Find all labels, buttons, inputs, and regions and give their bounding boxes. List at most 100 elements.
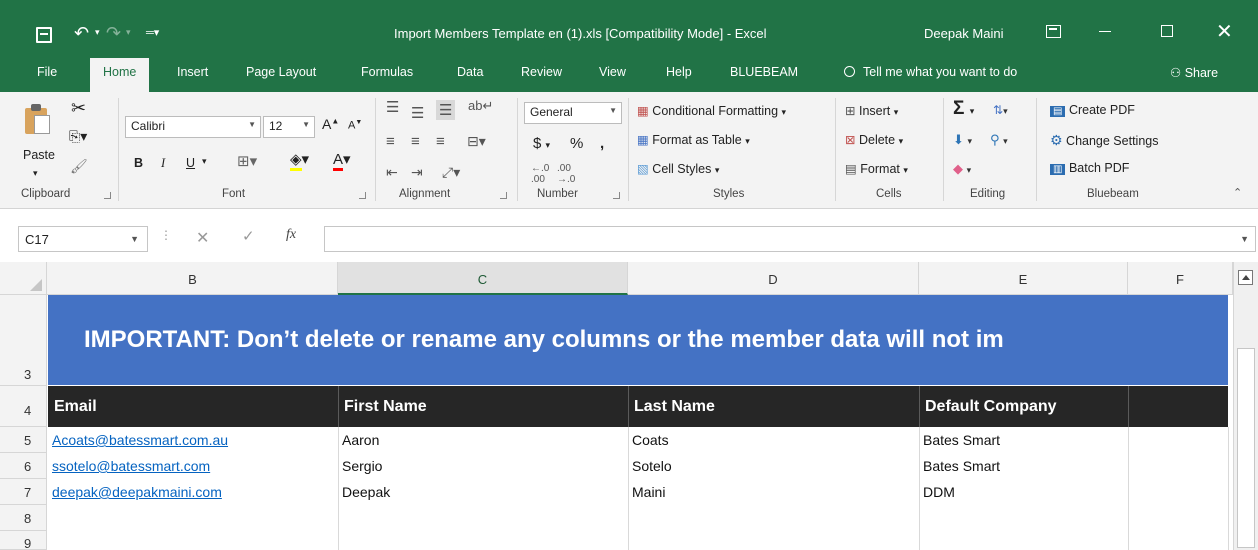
increase-decimal-icon[interactable]: ←.0.00 (531, 163, 549, 185)
member-company[interactable]: Bates Smart (923, 458, 1000, 474)
member-company[interactable]: DDM (923, 484, 955, 500)
redo-icon[interactable]: ↷ (106, 23, 121, 44)
format-as-table-button[interactable]: ▦ Format as Table ▾ (637, 132, 750, 147)
tab-help[interactable]: Help (666, 65, 692, 79)
row-header-5[interactable]: 5 (0, 427, 47, 453)
vertical-scrollbar[interactable] (1233, 262, 1258, 550)
cell-styles-button[interactable]: ▧ Cell Styles ▾ (637, 161, 719, 176)
autosum-icon[interactable]: Σ ▾ (953, 98, 974, 120)
row-header-7[interactable]: 7 (0, 479, 47, 505)
ribbon-display-options-icon[interactable] (1046, 25, 1061, 38)
column-header-b[interactable]: B (48, 262, 338, 295)
header-last-name[interactable]: Last Name (634, 398, 715, 416)
currency-button[interactable]: $ ▾ (533, 135, 550, 152)
row-header-6[interactable]: 6 (0, 453, 47, 479)
fill-color-icon[interactable]: ◈▾ (290, 150, 309, 171)
save-icon[interactable] (36, 27, 52, 43)
tab-data[interactable]: Data (457, 65, 483, 79)
tab-view[interactable]: View (599, 65, 626, 79)
paste-button[interactable]: Paste (23, 148, 55, 162)
find-select-icon[interactable]: ⚲ ▾ (990, 132, 1008, 148)
tab-review[interactable]: Review (521, 65, 562, 79)
increase-indent-icon[interactable]: ⇥ (411, 164, 423, 181)
align-center-icon[interactable]: ≡ (411, 133, 420, 150)
align-left-icon[interactable]: ≡ (386, 133, 395, 150)
redo-dropdown-icon[interactable]: ▾ (126, 27, 131, 38)
customize-quick-access-icon[interactable]: ═▾ (146, 26, 159, 39)
bold-button[interactable]: B (134, 156, 143, 170)
underline-dropdown-icon[interactable]: ▾ (202, 156, 207, 167)
format-painter-icon[interactable]: 🖌 (70, 158, 88, 175)
font-color-icon[interactable]: A▾ (333, 150, 351, 171)
column-header-f[interactable]: F (1128, 262, 1233, 295)
percent-button[interactable]: % (570, 135, 583, 152)
clipboard-launcher-icon[interactable] (104, 192, 111, 199)
member-email[interactable]: ssotelo@batessmart.com (52, 458, 210, 474)
align-bottom-icon[interactable]: ☰ (436, 100, 456, 120)
tab-page-layout[interactable]: Page Layout (246, 65, 316, 79)
member-first-name[interactable]: Deepak (342, 484, 390, 500)
header-default-company[interactable]: Default Company (925, 398, 1057, 416)
member-email[interactable]: Acoats@batessmart.com.au (52, 432, 228, 448)
number-format-select[interactable]: General ▼ (524, 102, 622, 124)
column-header-e[interactable]: E (919, 262, 1128, 295)
change-settings-button[interactable]: ⚙ Change Settings (1050, 132, 1158, 149)
formula-input[interactable]: ▼ (324, 226, 1256, 252)
undo-icon[interactable]: ↶ (74, 23, 89, 44)
member-last-name[interactable]: Maini (632, 484, 665, 500)
row-header-9[interactable]: 9 (0, 531, 47, 550)
member-last-name[interactable]: Sotelo (632, 458, 672, 474)
alignment-launcher-icon[interactable] (500, 192, 507, 199)
member-company[interactable]: Bates Smart (923, 432, 1000, 448)
decrease-indent-icon[interactable]: ⇤ (386, 164, 398, 181)
member-first-name[interactable]: Aaron (342, 432, 379, 448)
cancel-entry-icon[interactable]: ✕ (196, 228, 209, 248)
decrease-font-icon[interactable]: A▼ (348, 119, 362, 132)
fill-icon[interactable]: ⬇ ▾ (953, 132, 972, 148)
important-banner[interactable]: IMPORTANT: Don’t delete or rename any co… (48, 295, 1228, 385)
member-first-name[interactable]: Sergio (342, 458, 382, 474)
tab-file[interactable]: File (37, 65, 57, 79)
member-email[interactable]: deepak@deepakmaini.com (52, 484, 222, 500)
underline-button[interactable]: U (186, 156, 195, 170)
insert-function-icon[interactable]: fx (286, 227, 296, 243)
number-launcher-icon[interactable] (613, 192, 620, 199)
decrease-decimal-icon[interactable]: .00 →.0 (557, 163, 575, 185)
paste-dropdown-icon[interactable]: ▾ (33, 168, 38, 179)
paste-icon[interactable] (25, 104, 51, 134)
column-header-c[interactable]: C (338, 262, 628, 295)
tab-home[interactable]: Home (90, 58, 150, 92)
orientation-icon[interactable]: ab↵ (468, 98, 493, 114)
scroll-thumb[interactable] (1237, 348, 1255, 548)
tab-formulas[interactable]: Formulas (361, 65, 413, 79)
undo-dropdown-icon[interactable]: ▾ (95, 27, 100, 38)
batch-pdf-button[interactable]: ▥ Batch PDF (1050, 161, 1129, 175)
scroll-up-icon[interactable] (1238, 270, 1253, 285)
delete-cells-button[interactable]: ⊠ Delete ▾ (845, 132, 903, 147)
align-top-icon[interactable]: ☰ (386, 98, 399, 116)
header-first-name[interactable]: First Name (344, 398, 427, 416)
copy-icon[interactable]: ⎘▾ (69, 128, 87, 145)
expand-formula-bar-icon[interactable]: ▼ (1240, 234, 1249, 244)
increase-font-icon[interactable]: A▲ (322, 116, 339, 132)
conditional-formatting-button[interactable]: ▦ Conditional Formatting ▾ (637, 103, 786, 118)
font-launcher-icon[interactable] (359, 192, 366, 199)
merge-center-icon[interactable]: ⊟▾ (467, 133, 486, 150)
font-name-select[interactable]: Calibri ▼ (125, 116, 261, 138)
borders-icon[interactable]: ⊞▾ (237, 152, 257, 170)
member-last-name[interactable]: Coats (632, 432, 669, 448)
comma-button[interactable]: , (600, 135, 604, 152)
select-all-icon[interactable] (0, 262, 47, 295)
user-name[interactable]: Deepak Maini (924, 26, 1004, 41)
column-header-d[interactable]: D (628, 262, 919, 295)
close-icon[interactable]: ✕ (1216, 19, 1233, 44)
clear-icon[interactable]: ◆ ▾ (953, 161, 971, 177)
row-header-4[interactable]: 4 (0, 386, 47, 427)
name-box[interactable]: C17 ▼ (18, 226, 148, 252)
row-header-3[interactable]: 3 (0, 295, 47, 386)
format-cells-button[interactable]: ▤ Format ▾ (845, 161, 908, 176)
create-pdf-button[interactable]: ▤ Create PDF (1050, 103, 1135, 117)
minimize-icon[interactable] (1099, 31, 1111, 32)
align-middle-icon[interactable]: ☰ (411, 104, 424, 122)
text-direction-icon[interactable]: ⤢▾ (442, 164, 460, 181)
